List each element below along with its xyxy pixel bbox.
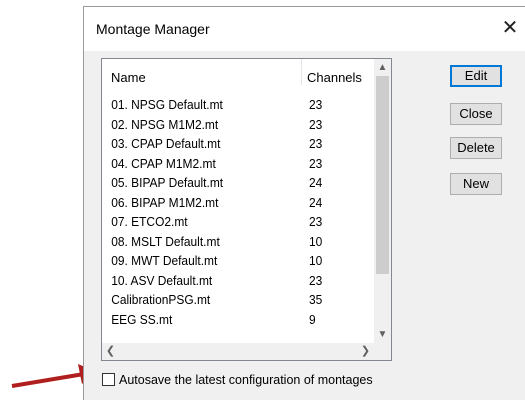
horizontal-scrollbar[interactable]: ❮ ❯ — [102, 343, 374, 360]
item-channels: 10 — [309, 253, 323, 268]
item-name: 08. MSLT Default.mt — [111, 233, 220, 249]
montage-list[interactable]: Name Channels 01. NPSG Default.mt 23 02. … — [101, 58, 392, 361]
item-channels: 9 — [309, 311, 316, 327]
item-channels: 23 — [309, 272, 323, 288]
list-item[interactable]: 01. NPSG Default.mt 23 — [102, 95, 354, 115]
list-rows: 01. NPSG Default.mt 23 02. NPSG M1M2.mt 23… — [102, 95, 376, 329]
item-channels: 23 — [309, 97, 323, 112]
vertical-scrollbar[interactable]: ▲ ▼ — [374, 59, 391, 343]
list-item[interactable]: 06. BIPAP M1M2.mt 24 — [102, 193, 354, 213]
item-name: EEG SS.mt — [111, 311, 173, 327]
list-item[interactable]: 03. CPAP Default.mt 23 — [102, 134, 354, 154]
item-name: 09. MWT Default.mt — [111, 253, 218, 268]
item-name: 02. NPSG M1M2.mt — [111, 116, 219, 132]
item-channels: 24 — [309, 194, 323, 210]
title-bar: Montage Manager ✕ — [84, 7, 525, 51]
column-header-name[interactable]: Name — [111, 70, 146, 85]
list-item[interactable]: 07. ETCO2.mt 23 — [102, 212, 354, 232]
close-button[interactable]: Close — [450, 103, 502, 125]
edit-button[interactable]: Edit — [450, 65, 502, 87]
montage-manager-dialog: Montage Manager ✕ Name Channels 01. NPSG… — [83, 6, 525, 400]
chevron-up-icon[interactable]: ▲ — [374, 59, 391, 76]
autosave-checkbox[interactable] — [102, 373, 115, 386]
item-name: CalibrationPSG.mt — [111, 292, 211, 307]
list-item[interactable]: 04. CPAP M1M2.mt 23 — [102, 154, 354, 174]
new-button[interactable]: New — [450, 173, 502, 195]
window-title: Montage Manager — [96, 21, 210, 37]
item-channels: 23 — [309, 116, 323, 132]
list-item[interactable]: 09. MWT Default.mt 10 — [102, 251, 354, 271]
delete-button[interactable]: Delete — [450, 137, 502, 159]
item-name: 04. CPAP M1M2.mt — [111, 155, 216, 171]
scrollbar-thumb[interactable] — [376, 76, 389, 274]
column-header-channels[interactable]: Channels — [307, 70, 362, 85]
item-channels: 23 — [309, 155, 323, 171]
scrollbar-corner — [374, 343, 391, 360]
item-name: 03. CPAP Default.mt — [111, 136, 221, 151]
list-header: Name Channels — [102, 59, 376, 89]
list-item[interactable]: EEG SS.mt 9 — [102, 310, 354, 330]
chevron-right-icon[interactable]: ❯ — [357, 343, 374, 360]
chevron-down-icon[interactable]: ▼ — [374, 326, 391, 343]
item-name: 10. ASV Default.mt — [111, 272, 213, 288]
autosave-label[interactable]: Autosave the latest configuration of mon… — [119, 373, 373, 387]
item-channels: 10 — [309, 233, 323, 249]
column-divider[interactable] — [301, 59, 302, 85]
item-channels: 24 — [309, 175, 323, 190]
item-name: 07. ETCO2.mt — [111, 214, 188, 229]
item-channels: 23 — [309, 136, 323, 151]
list-item[interactable]: CalibrationPSG.mt 35 — [102, 290, 354, 310]
close-icon[interactable]: ✕ — [497, 15, 523, 41]
chevron-left-icon[interactable]: ❮ — [102, 343, 119, 360]
item-name: 01. NPSG Default.mt — [111, 97, 223, 112]
item-name: 06. BIPAP M1M2.mt — [111, 194, 219, 210]
item-name: 05. BIPAP Default.mt — [111, 175, 224, 190]
list-item[interactable]: 05. BIPAP Default.mt 24 — [102, 173, 354, 193]
item-channels: 23 — [309, 214, 323, 229]
item-channels: 35 — [309, 292, 323, 307]
list-item[interactable]: 10. ASV Default.mt 23 — [102, 271, 354, 291]
list-item[interactable]: 08. MSLT Default.mt 10 — [102, 232, 354, 252]
list-item[interactable]: 02. NPSG M1M2.mt 23 — [102, 115, 354, 135]
